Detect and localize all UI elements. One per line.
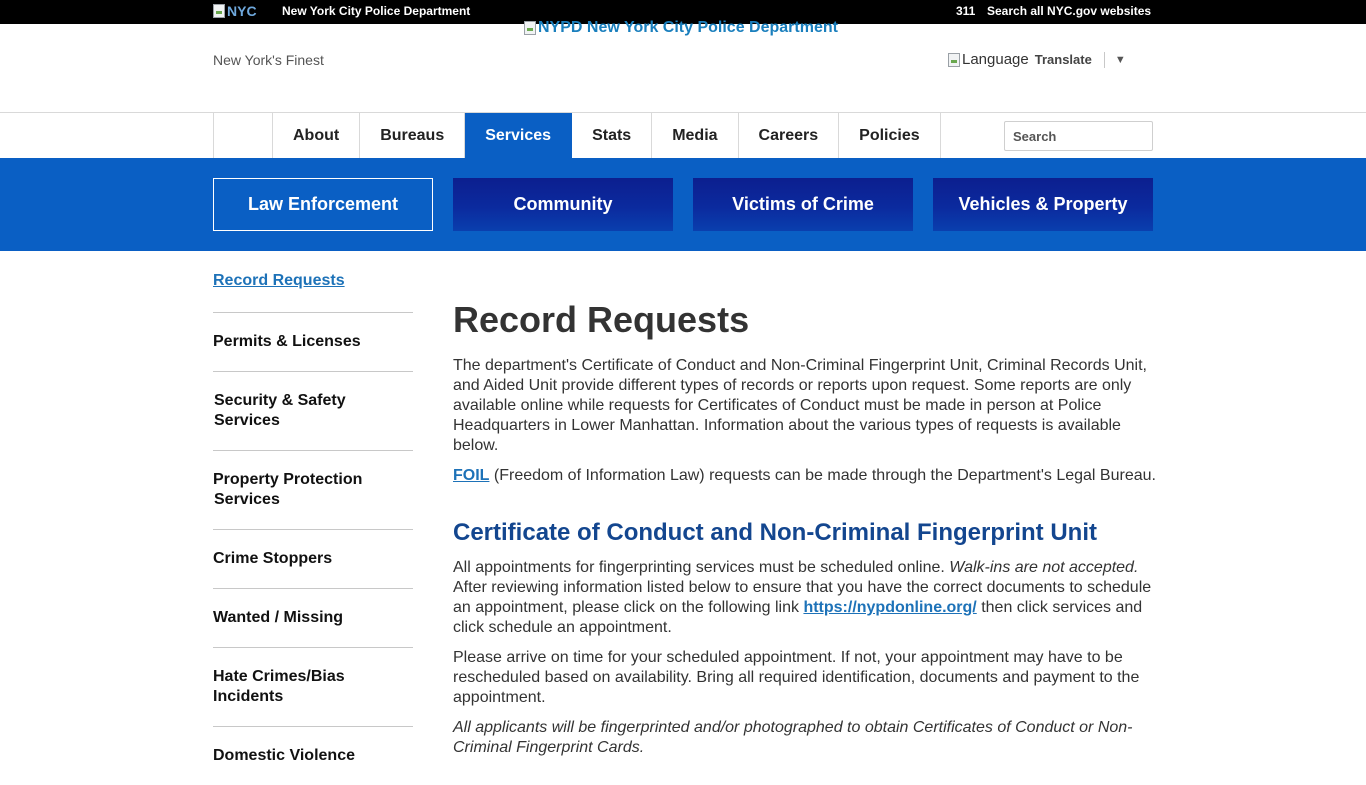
translate-label[interactable]: Translate (1035, 52, 1092, 67)
nypdonline-link[interactable]: https://nypdonline.org/ (803, 599, 976, 616)
nav-item-bureaus[interactable]: Bureaus (360, 113, 466, 158)
foil-text: (Freedom of Information Law) requests ca… (489, 467, 1156, 484)
sidebar-item-wanted-missing[interactable]: Wanted / Missing (213, 588, 413, 647)
agency-name-link[interactable]: New York City Police Department (282, 4, 470, 18)
foil-paragraph: FOIL (Freedom of Information Law) reques… (453, 466, 1157, 486)
broken-image-icon (524, 21, 536, 35)
nyc-logo-alt-text: NYC (227, 3, 257, 19)
sidebar-item-hate-crimes[interactable]: Hate Crimes/Bias Incidents (213, 647, 413, 726)
section-heading: Certificate of Conduct and Non-Criminal … (453, 519, 1097, 546)
tile-vehicles-property[interactable]: Vehicles & Property (933, 178, 1153, 231)
sidebar-item-permits-licenses[interactable]: Permits & Licenses (213, 312, 413, 371)
chevron-down-icon[interactable]: ▼ (1115, 54, 1126, 66)
nypd-logo-alt-text: NYPD New York City Police Department (538, 19, 838, 36)
main-content: Record Requests The department's Certifi… (453, 296, 1157, 768)
appointments-paragraph: All appointments for fingerprinting serv… (453, 558, 1157, 638)
translate-divider (1103, 51, 1105, 68)
nav-item-about[interactable]: About (273, 113, 361, 158)
appointments-text: All appointments for fingerprinting serv… (453, 559, 950, 576)
main-nav-list: About Bureaus Services Stats Media Caree… (213, 113, 941, 158)
search-input[interactable] (1004, 121, 1153, 151)
tile-victims-of-crime[interactable]: Victims of Crime (693, 178, 913, 231)
intro-paragraph: The department's Certificate of Conduct … (453, 357, 1147, 454)
language-icon (948, 52, 960, 67)
nav-item-policies[interactable]: Policies (839, 113, 941, 158)
search-all-nyc-link[interactable]: Search all NYC.gov websites (987, 4, 1151, 18)
nav-item-careers[interactable]: Careers (739, 113, 840, 158)
sidebar-item-label: Domestic Violence (213, 747, 355, 764)
sidebar-item-label-line2: Services (214, 412, 280, 429)
sidebar-item-record-requests[interactable]: Record Requests (213, 270, 413, 312)
sidebar-item-label: Crime Stoppers (213, 550, 333, 567)
nyc-logo-link[interactable]: NYC (213, 2, 257, 20)
tile-community[interactable]: Community (453, 178, 673, 231)
nav-home[interactable] (213, 113, 273, 158)
applicants-paragraph: All applicants will be fingerprinted and… (453, 719, 1133, 756)
sidebar-item-label-line2: Incidents (213, 688, 284, 705)
sidebar: Record Requests Permits & Licenses Secur… (213, 270, 413, 785)
sidebar-item-property-protection[interactable]: Property Protection Services (213, 450, 413, 529)
arrival-paragraph: Please arrive on time for your scheduled… (453, 649, 1140, 706)
sidebar-item-security-safety[interactable]: Security & Safety Services (213, 371, 413, 450)
language-selector[interactable]: Language Translate ▼ (948, 51, 1126, 68)
foil-link[interactable]: FOIL (453, 467, 489, 484)
sidebar-item-crime-stoppers[interactable]: Crime Stoppers (213, 529, 413, 588)
sidebar-item-label: Security & Safety (214, 392, 346, 409)
sidebar-item-label: Hate Crimes/Bias (213, 668, 345, 685)
sidebar-item-label: Wanted / Missing (213, 609, 344, 626)
nav-item-stats[interactable]: Stats (572, 113, 653, 158)
sidebar-item-domestic-violence[interactable]: Domestic Violence (213, 726, 413, 785)
services-subnav: Law Enforcement Community Victims of Cri… (0, 158, 1366, 251)
nav-item-media[interactable]: Media (652, 113, 739, 158)
language-alt-text: Language (962, 51, 1029, 68)
link-311[interactable]: 311 (956, 4, 975, 18)
walkins-note: Walk-ins are not accepted. (949, 559, 1139, 576)
tile-law-enforcement[interactable]: Law Enforcement (213, 178, 433, 231)
nypd-logo-link[interactable]: NYPD New York City Police Department (524, 19, 838, 37)
sidebar-item-label: Permits & Licenses (213, 333, 361, 350)
sidebar-item-label-line2: Services (214, 491, 280, 508)
nav-item-services[interactable]: Services (465, 113, 573, 158)
page-title: Record Requests (453, 299, 750, 340)
broken-image-icon (213, 4, 225, 18)
tagline: New York's Finest (213, 52, 324, 68)
main-nav: About Bureaus Services Stats Media Caree… (0, 112, 1366, 158)
sidebar-item-label: Property Protection (213, 471, 363, 488)
